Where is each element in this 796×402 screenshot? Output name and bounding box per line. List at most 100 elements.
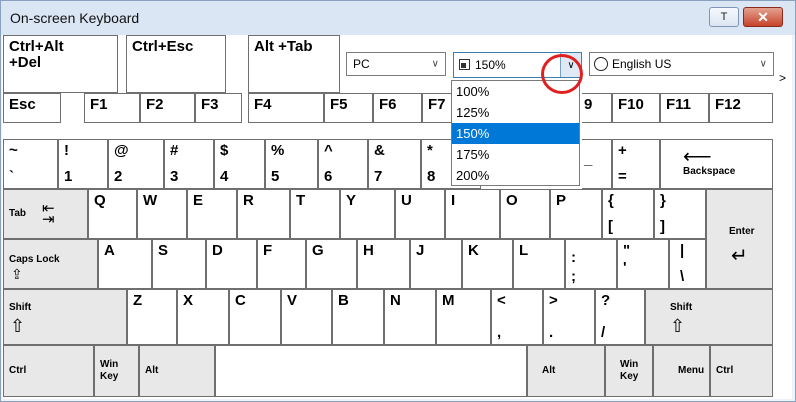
key-1[interactable]: ! 1 — [58, 139, 108, 189]
key-backtick[interactable]: ~ ` — [3, 139, 58, 189]
key-h[interactable]: H — [357, 239, 410, 289]
key-label-top: * — [427, 142, 433, 159]
key-alt-left[interactable]: Alt — [139, 345, 215, 397]
key-win-right[interactable]: Win Key — [605, 345, 653, 397]
key-r[interactable]: R — [237, 189, 290, 239]
key-b[interactable]: B — [332, 289, 384, 345]
key-label: Shift — [670, 302, 693, 313]
key-label-bottom: ] — [660, 218, 665, 235]
key-p[interactable]: P — [550, 189, 602, 239]
key-f1[interactable]: F1 — [84, 93, 140, 123]
key-label: 9 — [584, 96, 593, 113]
zoom-option[interactable]: 125% — [452, 102, 579, 123]
key-f3[interactable]: F3 — [195, 93, 242, 123]
key-label: F5 — [330, 96, 348, 113]
key-j[interactable]: J — [410, 239, 462, 289]
key-6[interactable]: ^ 6 — [318, 139, 368, 189]
key-label: F4 — [254, 96, 272, 113]
key-label-top: : — [571, 249, 576, 266]
key-win-left[interactable]: Win Key — [94, 345, 139, 397]
close-button[interactable]: ✕ — [743, 7, 783, 27]
key-label-top: % — [271, 142, 285, 159]
key-f6[interactable]: F6 — [373, 93, 422, 123]
more-options-icon[interactable]: > — [779, 71, 786, 85]
key-label: W — [143, 192, 158, 209]
key-esc[interactable]: Esc — [3, 93, 61, 123]
key-right-brace[interactable]: }] — [654, 189, 706, 239]
key-semicolon[interactable]: :; — [565, 239, 617, 289]
key-ctrl-left[interactable]: Ctrl — [3, 345, 94, 397]
key-ctrl-right[interactable]: Ctrl — [710, 345, 773, 397]
key-quote[interactable]: " ' — [617, 239, 669, 289]
key-label: F10 — [618, 96, 644, 113]
key-s[interactable]: S — [152, 239, 206, 289]
layout-select[interactable]: PC ∨ — [346, 52, 446, 76]
key-label: Alt — [145, 365, 159, 376]
key-n[interactable]: N — [384, 289, 436, 345]
key-backspace[interactable]: ⟵ Backspace — [660, 139, 773, 189]
key-left-brace[interactable]: {[ — [602, 189, 654, 239]
minimize-button[interactable]: T — [709, 7, 739, 27]
key-minus[interactable]: _ — [582, 139, 612, 189]
key-label-bottom: 8 — [427, 168, 436, 185]
zoom-option[interactable]: 200% — [452, 165, 579, 186]
key-label-top: < — [497, 292, 506, 309]
key-space[interactable] — [215, 345, 527, 397]
key-label: F2 — [146, 96, 164, 113]
key-f2[interactable]: F2 — [140, 93, 195, 123]
key-ctrl-esc[interactable]: Ctrl+Esc — [126, 35, 226, 93]
key-slash[interactable]: ? / — [595, 289, 645, 345]
key-menu[interactable]: Menu — [653, 345, 710, 397]
key-c[interactable]: C — [229, 289, 281, 345]
key-m[interactable]: M — [436, 289, 491, 345]
zoom-option[interactable]: 175% — [452, 144, 579, 165]
key-u[interactable]: U — [395, 189, 445, 239]
language-select[interactable]: English US ∨ — [589, 52, 774, 76]
key-q[interactable]: Q — [88, 189, 137, 239]
key-z[interactable]: Z — [127, 289, 177, 345]
key-backslash[interactable]: | \ — [669, 239, 706, 289]
key-ctrl-alt-del[interactable]: Ctrl+Alt +Del — [3, 35, 118, 93]
key-equals[interactable]: + = — [612, 139, 660, 189]
key-comma[interactable]: <, — [491, 289, 543, 345]
key-e[interactable]: E — [187, 189, 237, 239]
key-2[interactable]: @2 — [108, 139, 164, 189]
key-label: Caps Lock — [9, 254, 60, 265]
key-x[interactable]: X — [177, 289, 229, 345]
key-a[interactable]: A — [98, 239, 152, 289]
key-w[interactable]: W — [137, 189, 187, 239]
key-alt-tab[interactable]: Alt +Tab — [248, 35, 340, 93]
key-alt-right[interactable]: Alt — [527, 345, 605, 397]
key-label: _ — [584, 151, 593, 168]
key-k[interactable]: K — [462, 239, 513, 289]
key-y[interactable]: Y — [340, 189, 395, 239]
key-label: V — [287, 292, 298, 309]
key-d[interactable]: D — [206, 239, 257, 289]
key-f11[interactable]: F11 — [660, 93, 709, 123]
key-f4[interactable]: F4 — [248, 93, 324, 123]
key-caps-lock[interactable]: Caps Lock ⇪ — [3, 239, 98, 289]
key-f9[interactable]: 9 — [582, 93, 612, 123]
key-f12[interactable]: F12 — [709, 93, 773, 123]
key-label: E — [193, 192, 204, 209]
key-5[interactable]: % 5 — [265, 139, 318, 189]
key-t[interactable]: T — [290, 189, 340, 239]
key-g[interactable]: G — [306, 239, 357, 289]
key-f5[interactable]: F5 — [324, 93, 373, 123]
key-enter[interactable]: Enter ↵ — [706, 189, 773, 289]
key-l[interactable]: L — [513, 239, 565, 289]
key-f[interactable]: F — [257, 239, 306, 289]
key-shift-right[interactable]: Shift ⇧ — [645, 289, 773, 345]
key-f10[interactable]: F10 — [612, 93, 660, 123]
key-7[interactable]: & 7 — [368, 139, 421, 189]
key-shift-left[interactable]: Shift ⇧ — [3, 289, 127, 345]
key-3[interactable]: #3 — [164, 139, 214, 189]
zoom-option-selected[interactable]: 150% — [452, 123, 579, 144]
key-v[interactable]: V — [281, 289, 332, 345]
key-tab[interactable]: Tab ⇤ ⇥ — [3, 189, 88, 239]
key-i[interactable]: I — [445, 189, 500, 239]
key-4[interactable]: $4 — [214, 139, 265, 189]
key-period[interactable]: >. — [543, 289, 595, 345]
key-o[interactable]: O — [500, 189, 550, 239]
key-label: Ctrl+Alt +Del — [9, 38, 64, 71]
